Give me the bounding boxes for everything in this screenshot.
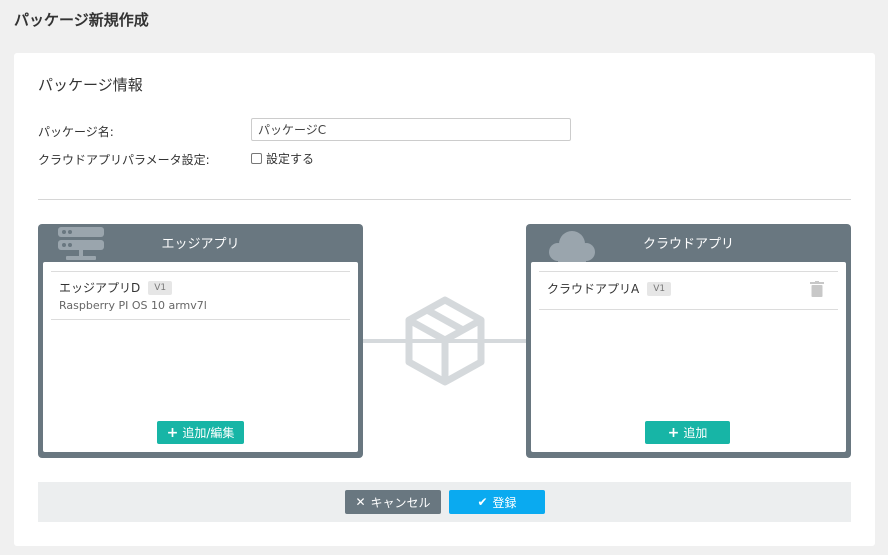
cancel-button[interactable]: ✕ キャンセル xyxy=(345,490,441,514)
cancel-label: キャンセル xyxy=(370,495,431,510)
cloud-panel-body: クラウドアプリA V1 + 追加 xyxy=(531,262,846,452)
cloud-param-checkbox-wrap[interactable]: 設定する xyxy=(251,150,314,167)
page-title: パッケージ新規作成 xyxy=(14,11,149,29)
version-badge: V1 xyxy=(647,281,672,296)
close-icon: ✕ xyxy=(355,495,366,509)
package-name-input[interactable] xyxy=(251,118,571,141)
edge-add-edit-button[interactable]: + 追加/編集 xyxy=(157,421,244,444)
edge-panel-title: エッジアプリ xyxy=(161,237,240,252)
edge-add-edit-label: 追加/編集 xyxy=(182,426,235,440)
plus-icon: + xyxy=(667,424,680,441)
app-platform: Raspberry PI OS 10 armv7l xyxy=(59,299,207,312)
cloud-param-label: クラウドアプリパラメータ設定: xyxy=(38,153,210,167)
package-box-icon xyxy=(405,296,485,386)
list-item[interactable]: クラウドアプリA V1 xyxy=(539,271,838,310)
cloud-param-checkbox-label[interactable]: 設定する xyxy=(266,150,314,167)
register-button[interactable]: ✔ 登録 xyxy=(449,490,545,514)
list-item[interactable]: エッジアプリD V1 Raspberry PI OS 10 armv7l xyxy=(51,271,350,320)
package-form-card: パッケージ情報 パッケージ名: クラウドアプリパラメータ設定: 設定する エッジ… xyxy=(14,53,875,546)
app-name: クラウドアプリA xyxy=(547,282,640,296)
cloud-add-label: 追加 xyxy=(683,426,708,440)
edge-app-panel: エッジアプリ エッジアプリD V1 Raspberry PI OS 10 arm… xyxy=(38,224,363,458)
plus-icon: + xyxy=(166,424,179,441)
cloud-panel-title: クラウドアプリ xyxy=(642,237,734,252)
version-badge: V1 xyxy=(148,280,173,295)
app-name: エッジアプリD xyxy=(59,281,141,295)
check-icon: ✔ xyxy=(477,495,488,509)
trash-icon[interactable] xyxy=(810,281,824,297)
divider xyxy=(38,199,851,200)
register-label: 登録 xyxy=(492,495,517,510)
section-title: パッケージ情報 xyxy=(38,76,143,94)
cloud-add-button[interactable]: + 追加 xyxy=(645,421,730,444)
package-name-label: パッケージ名: xyxy=(38,125,114,139)
cloud-app-panel: クラウドアプリ クラウドアプリA V1 + 追加 xyxy=(526,224,851,458)
form-footer: ✕ キャンセル ✔ 登録 xyxy=(38,482,851,522)
cloud-param-checkbox[interactable] xyxy=(251,153,262,164)
edge-panel-body: エッジアプリD V1 Raspberry PI OS 10 armv7l + 追… xyxy=(43,262,358,452)
